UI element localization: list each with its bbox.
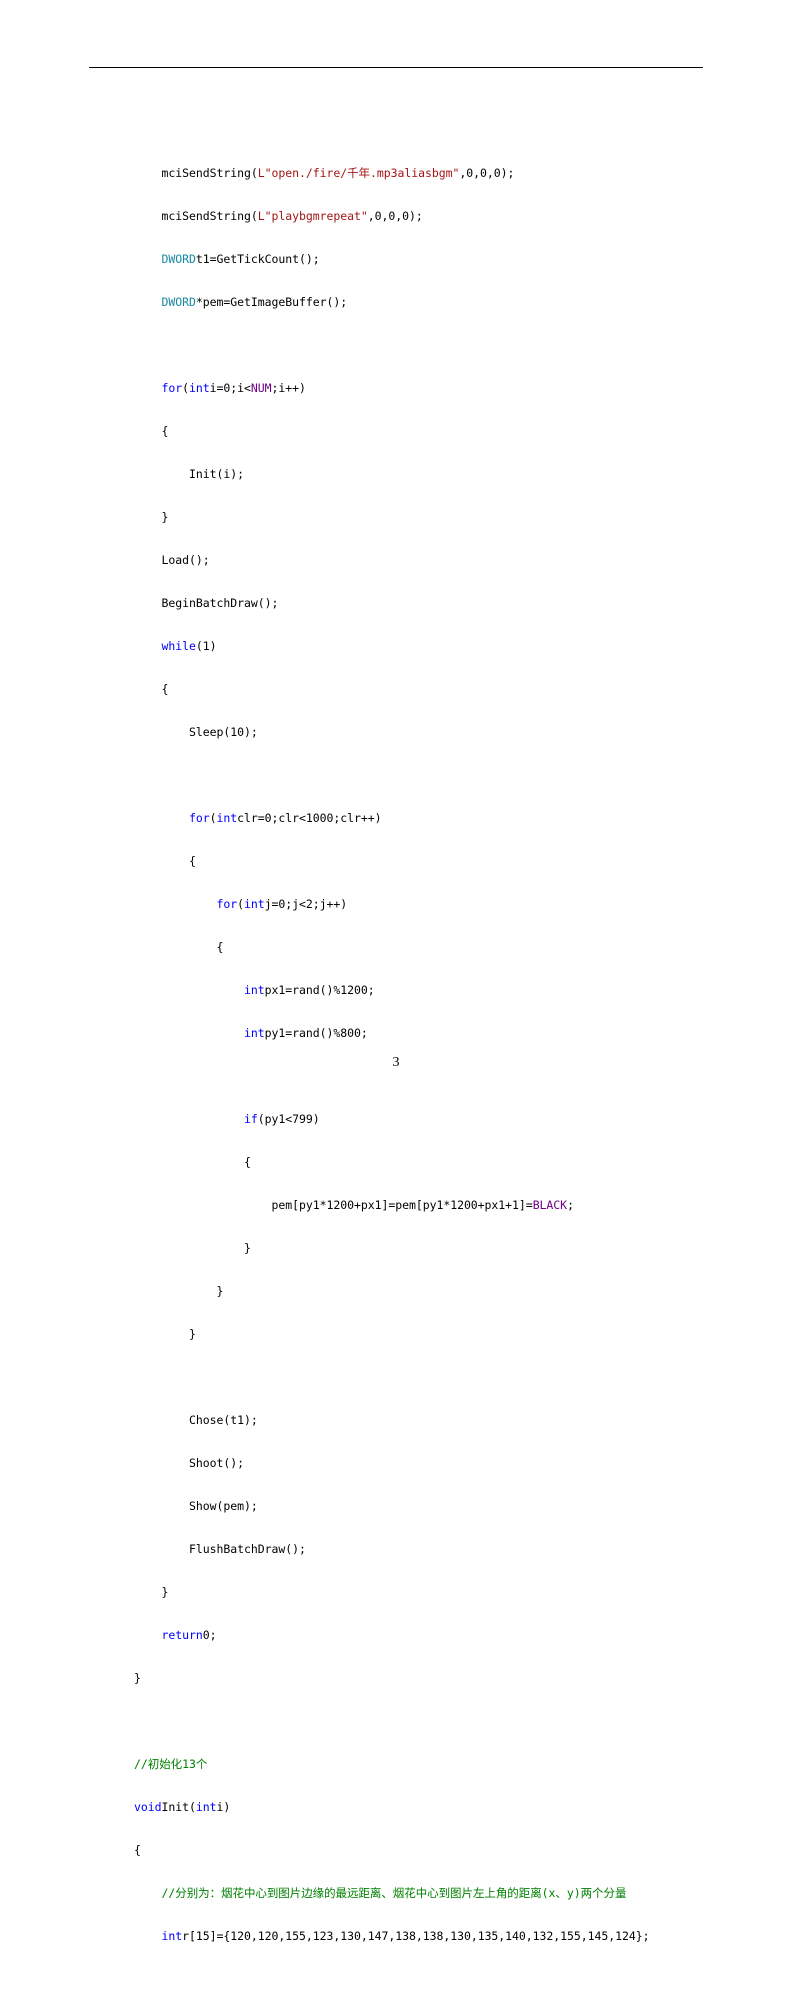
code-line: {: [134, 1152, 694, 1174]
code-line: Load();: [134, 550, 694, 572]
code-line: {: [134, 937, 694, 959]
code-line: //初始化13个: [134, 1754, 694, 1776]
code-line: pem[py1*1200+px1]=pem[py1*1200+px1+1]=BL…: [134, 1195, 694, 1217]
code-line: Init(i);: [134, 464, 694, 486]
page-number: 3: [0, 1055, 792, 1071]
code-line: }: [134, 1238, 694, 1260]
code-line: voidInit(inti): [134, 1797, 694, 1819]
code-line: [134, 765, 694, 787]
code-line: }: [134, 1324, 694, 1346]
code-line: }: [134, 507, 694, 529]
code-line: {: [134, 421, 694, 443]
code-line: FlushBatchDraw();: [134, 1539, 694, 1561]
code-line: [134, 1711, 694, 1733]
code-line: [134, 335, 694, 357]
code-line: {: [134, 851, 694, 873]
code-line: mciSendString(L"playbgmrepeat",0,0,0);: [134, 206, 694, 228]
code-line: mciSendString(L"open./fire/千年.mp3aliasbg…: [134, 163, 694, 185]
code-line: if(py1<799): [134, 1109, 694, 1131]
code-line: Shoot();: [134, 1453, 694, 1475]
code-line: intpy1=rand()%800;: [134, 1023, 694, 1045]
code-line: }: [134, 1668, 694, 1690]
code-line: [134, 1367, 694, 1389]
code-line: }: [134, 1281, 694, 1303]
code-line: for(intj=0;j<2;j++): [134, 894, 694, 916]
code-line: Sleep(10);: [134, 722, 694, 744]
code-line: return0;: [134, 1625, 694, 1647]
header-rule: [89, 67, 703, 68]
code-line: {: [134, 679, 694, 701]
code-line: }: [134, 1582, 694, 1604]
code-line: for(intclr=0;clr<1000;clr++): [134, 808, 694, 830]
code-line: Chose(t1);: [134, 1410, 694, 1432]
code-line: //分别为：烟花中心到图片边缘的最远距离、烟花中心到图片左上角的距离(x、y)两…: [134, 1883, 694, 1905]
code-line: {: [134, 1840, 694, 1862]
code-line: DWORDt1=GetTickCount();: [134, 249, 694, 271]
code-line: intpx1=rand()%1200;: [134, 980, 694, 1002]
code-line: for(inti=0;i<NUM;i++): [134, 378, 694, 400]
document-page: mciSendString(L"open./fire/千年.mp3aliasbg…: [0, 0, 792, 1120]
code-line: DWORD*pem=GetImageBuffer();: [134, 292, 694, 314]
code-line: Show(pem);: [134, 1496, 694, 1518]
code-line: while(1): [134, 636, 694, 658]
code-line: intr[15]={120,120,155,123,130,147,138,13…: [134, 1926, 694, 1948]
code-line: BeginBatchDraw();: [134, 593, 694, 615]
